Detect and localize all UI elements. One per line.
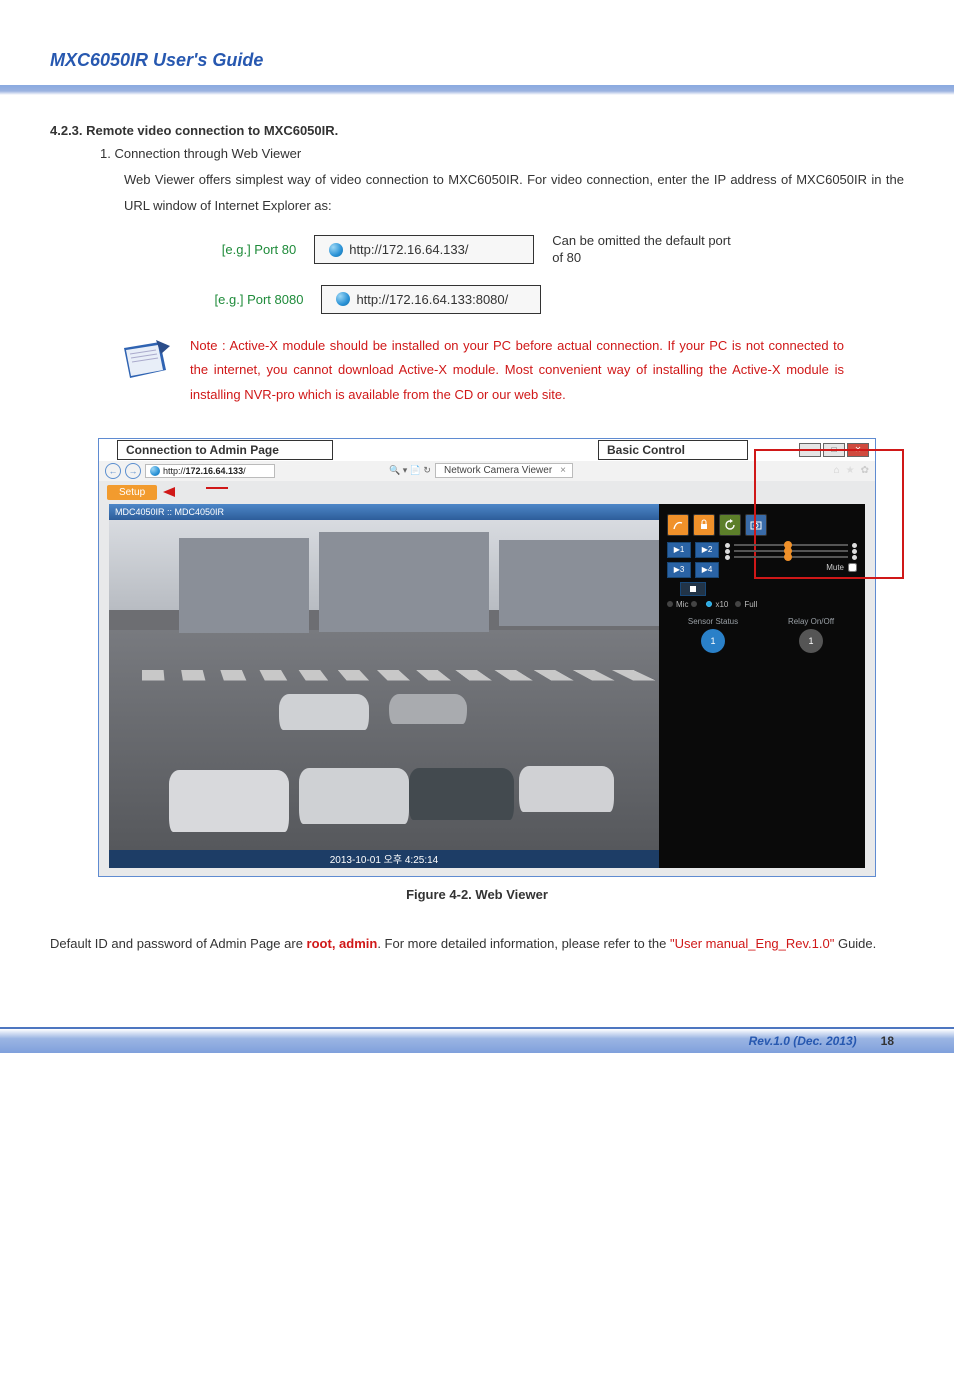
setup-button[interactable]: Setup	[107, 485, 157, 500]
note-icon	[120, 340, 170, 384]
sensor-status-button[interactable]: 1	[701, 629, 725, 653]
relay-status-label: Relay On/Off	[765, 617, 857, 626]
home-icon[interactable]: ⌂	[834, 465, 840, 476]
slider-3[interactable]	[734, 556, 848, 558]
body-paragraph: Web Viewer offers simplest way of video …	[124, 167, 904, 219]
toolbar-icons[interactable]: 🔍 ▾ 📄 ↻	[389, 465, 431, 476]
favorites-icon[interactable]: ★	[846, 465, 855, 476]
figure-caption: Figure 4-2. Web Viewer	[50, 887, 904, 902]
panel-icon-lock[interactable]	[693, 514, 715, 536]
example-label: [e.g.] Port 8080	[215, 292, 304, 307]
note-text: Note : Active-X module should be install…	[190, 334, 844, 408]
header-divider	[0, 85, 954, 95]
preset-3[interactable]: ▶3	[667, 562, 691, 578]
url-text: http://172.16.64.133/	[349, 242, 468, 257]
figure-container: Connection to Admin Page Basic Control —…	[98, 438, 876, 877]
address-text: http://172.16.64.133/	[163, 466, 246, 476]
section-heading: 4.2.3. Remote video connection to MXC605…	[50, 123, 904, 138]
full-label: Full	[744, 600, 757, 609]
footer-paragraph: Default ID and password of Admin Page ar…	[50, 932, 904, 957]
preset-1[interactable]: ▶1	[667, 542, 691, 558]
preset-2[interactable]: ▶2	[695, 542, 719, 558]
note-block: Note : Active-X module should be install…	[120, 334, 844, 408]
close-button[interactable]: ✕	[847, 443, 869, 457]
address-bar[interactable]: http://172.16.64.133/	[145, 464, 275, 478]
x10-label: x10	[715, 600, 728, 609]
document-title: MXC6050IR User's Guide	[50, 50, 904, 71]
example-label: [e.g.] Port 80	[222, 242, 296, 257]
revision-text: Rev.1.0 (Dec. 2013)	[749, 1034, 857, 1048]
figure-label-control: Basic Control	[598, 440, 748, 460]
example-note: Can be omitted the default port of 80	[552, 233, 732, 267]
example-row-port8080: [e.g.] Port 8080 http://172.16.64.133:80…	[50, 285, 904, 314]
mute-checkbox[interactable]	[848, 563, 857, 572]
ie-icon	[336, 292, 350, 306]
tab-close-icon[interactable]: ×	[560, 465, 566, 476]
default-credentials: root, admin	[307, 936, 378, 951]
url-box: http://172.16.64.133/	[314, 235, 534, 264]
browser-tab[interactable]: Network Camera Viewer ×	[435, 463, 573, 478]
figure-label-admin: Connection to Admin Page	[117, 440, 333, 460]
sensor-status-label: Sensor Status	[667, 617, 759, 626]
mute-label: Mute	[826, 563, 844, 572]
tab-title: Network Camera Viewer	[444, 465, 552, 476]
url-text: http://172.16.64.133:8080/	[356, 292, 508, 307]
example-row-port80: [e.g.] Port 80 http://172.16.64.133/ Can…	[50, 233, 904, 267]
minimize-button[interactable]: —	[799, 443, 821, 457]
window-controls: — □ ✕	[799, 443, 875, 457]
mic-label: Mic	[676, 600, 688, 609]
slider-1[interactable]	[734, 544, 848, 546]
panel-icon-1[interactable]	[667, 514, 689, 536]
panel-icon-snapshot[interactable]	[745, 514, 767, 536]
back-button[interactable]: ←	[105, 463, 121, 479]
maximize-button[interactable]: □	[823, 443, 845, 457]
panel-icon-refresh[interactable]	[719, 514, 741, 536]
control-panel: ▶1 ▶2 ▶3 ▶4	[659, 504, 865, 868]
url-box: http://172.16.64.133:8080/	[321, 285, 541, 314]
slider-2[interactable]	[734, 550, 848, 552]
list-item: 1. Connection through Web Viewer	[100, 146, 904, 161]
ie-icon	[150, 466, 160, 476]
tools-icon[interactable]: ✿	[861, 465, 869, 476]
video-stream[interactable]	[109, 520, 659, 850]
audio-toggle-row: Mic x10 Full	[667, 600, 857, 609]
preset-4[interactable]: ▶4	[695, 562, 719, 578]
relay-toggle-button[interactable]: 1	[799, 629, 823, 653]
page-number: 18	[881, 1034, 894, 1048]
browser-toolbar: ← → http://172.16.64.133/ 🔍 ▾ 📄 ↻ Networ…	[99, 461, 875, 481]
page-footer: Rev.1.0 (Dec. 2013) 18	[0, 1027, 954, 1053]
manual-reference: "User manual_Eng_Rev.1.0"	[670, 936, 834, 951]
stream-title-bar: MDC4050IR :: MDC4050IR	[109, 504, 659, 520]
ie-icon	[329, 243, 343, 257]
forward-button[interactable]: →	[125, 463, 141, 479]
callout-arrow-icon	[163, 487, 175, 497]
stop-button[interactable]	[680, 582, 706, 596]
stream-timestamp: 2013-10-01 오후 4:25:14	[109, 850, 659, 868]
viewer-shell: MDC4050IR :: MDC4050IR	[109, 504, 865, 868]
